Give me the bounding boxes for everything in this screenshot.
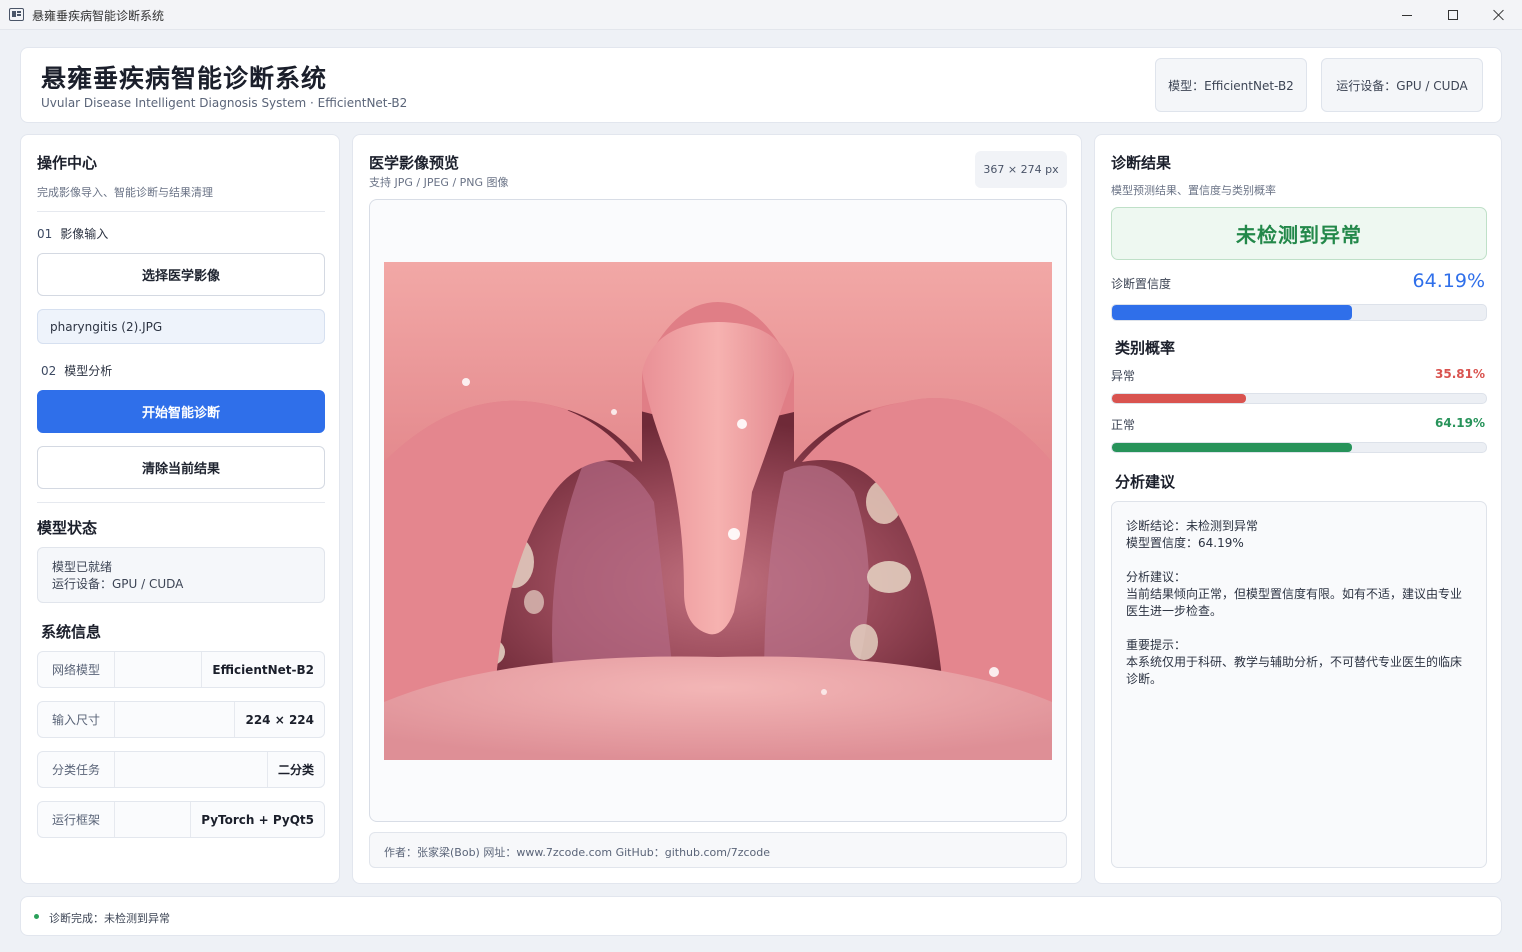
info-key: 网络模型 xyxy=(38,652,116,687)
advice-spacer xyxy=(1126,552,1472,569)
info-value: 224 × 224 xyxy=(234,702,324,737)
advice-text-box: 诊断结论：未检测到异常 模型置信度：64.19% 分析建议： 当前结果倾向正常，… xyxy=(1111,501,1487,868)
result-subtitle: 模型预测结果、置信度与类别概率 xyxy=(1111,184,1276,197)
preview-subtitle: 支持 JPG / JPEG / PNG 图像 xyxy=(369,176,509,189)
advice-spacer xyxy=(1126,620,1472,637)
model-status-device: 运行设备：GPU / CUDA xyxy=(52,577,184,591)
info-row-task: 分类任务 二分类 xyxy=(37,751,325,788)
confidence-value: 64.19% xyxy=(1412,270,1485,292)
maximize-button[interactable] xyxy=(1430,0,1476,30)
info-key: 分类任务 xyxy=(38,752,116,787)
model-status-box: 模型已就绪 运行设备：GPU / CUDA xyxy=(37,547,325,603)
system-info-title: 系统信息 xyxy=(41,623,102,641)
model-status-title: 模型状态 xyxy=(37,519,98,537)
close-icon xyxy=(1493,9,1505,21)
minimize-icon xyxy=(1402,14,1412,16)
confidence-bar xyxy=(1111,304,1487,321)
class-abnormal-bar-fill xyxy=(1112,394,1246,403)
info-key: 输入尺寸 xyxy=(38,702,116,737)
preview-title: 医学影像预览 xyxy=(369,154,460,172)
step-number: 02 xyxy=(41,364,57,378)
class-abnormal-label: 异常 xyxy=(1111,369,1136,383)
model-status-line: 模型已就绪 xyxy=(52,560,113,574)
image-preview-frame xyxy=(369,199,1067,822)
class-abnormal-value: 35.81% xyxy=(1435,367,1485,381)
app-title: 悬雍垂疾病智能诊断系统 xyxy=(41,64,328,93)
advice-suggest-title: 分析建议： xyxy=(1126,570,1187,584)
select-image-button[interactable]: 选择医学影像 xyxy=(37,253,325,296)
step-number: 01 xyxy=(37,227,53,241)
advice-notice-title: 重要提示： xyxy=(1126,638,1187,652)
diagnosis-result-badge: 未检测到异常 xyxy=(1111,207,1487,260)
window-title: 悬雍垂疾病智能诊断系统 xyxy=(32,9,165,23)
status-dot-icon xyxy=(34,914,39,919)
operation-panel: 操作中心 完成影像导入、智能诊断与结果清理 01 影像输入 选择医学影像 phar… xyxy=(20,134,340,884)
clear-result-button[interactable]: 清除当前结果 xyxy=(37,446,325,489)
advice-confidence: 模型置信度：64.19% xyxy=(1126,536,1244,550)
divider xyxy=(37,211,325,212)
info-row-framework: 运行框架 PyTorch + PyQt5 xyxy=(37,801,325,838)
info-value: 二分类 xyxy=(266,752,324,787)
device-pill: 运行设备：GPU / CUDA xyxy=(1321,58,1483,112)
class-normal-label: 正常 xyxy=(1111,418,1136,432)
advice-title: 分析建议 xyxy=(1115,473,1176,491)
app-subtitle: Uvular Disease Intelligent Diagnosis Sys… xyxy=(41,96,408,110)
close-button[interactable] xyxy=(1476,0,1522,30)
advice-suggest-text: 当前结果倾向正常，但模型置信度有限。如有不适，建议由专业医生进一步检查。 xyxy=(1126,587,1463,618)
class-prob-title: 类别概率 xyxy=(1115,339,1176,357)
advice-conclusion: 诊断结论：未检测到异常 xyxy=(1126,519,1259,533)
step-label: 模型分析 xyxy=(64,364,113,378)
class-abnormal-bar xyxy=(1111,393,1487,404)
operation-subtitle: 完成影像导入、智能诊断与结果清理 xyxy=(37,186,213,199)
result-title: 诊断结果 xyxy=(1111,154,1172,172)
info-row-input-size: 输入尺寸 224 × 224 xyxy=(37,701,325,738)
minimize-button[interactable] xyxy=(1384,0,1430,30)
maximize-icon xyxy=(1448,10,1458,20)
info-value: EfficientNet-B2 xyxy=(201,652,324,687)
class-normal-bar-fill xyxy=(1112,443,1353,452)
window-titlebar: 悬雍垂疾病智能诊断系统 xyxy=(0,0,1522,30)
step-image-input: 01 影像输入 xyxy=(37,225,108,242)
operation-title: 操作中心 xyxy=(37,154,98,172)
status-bar: 诊断完成：未检测到异常 xyxy=(20,896,1502,936)
advice-notice-text: 本系统仅用于科研、教学与辅助分析，不可替代专业医生的临床诊断。 xyxy=(1126,655,1463,686)
image-size-badge: 367 × 274 px xyxy=(975,151,1067,188)
diagnosis-result-panel: 诊断结果 模型预测结果、置信度与类别概率 未检测到异常 诊断置信度 64.19%… xyxy=(1094,134,1502,884)
info-key: 运行框架 xyxy=(38,802,116,837)
divider xyxy=(37,502,325,503)
step-label: 影像输入 xyxy=(60,227,109,241)
app-window-icon xyxy=(9,8,24,21)
status-text: 诊断完成：未检测到异常 xyxy=(49,912,170,925)
start-diagnosis-button[interactable]: 开始智能诊断 xyxy=(37,390,325,433)
info-value: PyTorch + PyQt5 xyxy=(190,802,324,837)
selected-file-field: pharyngitis (2).JPG xyxy=(37,309,325,344)
class-normal-value: 64.19% xyxy=(1435,416,1485,430)
confidence-label: 诊断置信度 xyxy=(1111,277,1172,291)
header-card: 悬雍垂疾病智能诊断系统 Uvular Disease Intelligent D… xyxy=(20,47,1502,123)
confidence-bar-fill xyxy=(1112,305,1353,320)
step-model-analysis: 02 模型分析 xyxy=(41,362,112,379)
image-preview-panel: 医学影像预览 支持 JPG / JPEG / PNG 图像 367 × 274 … xyxy=(352,134,1082,884)
info-row-network: 网络模型 EfficientNet-B2 xyxy=(37,651,325,688)
author-footer: 作者：张家梁(Bob) 网址：www.7zcode.com GitHub：git… xyxy=(369,832,1067,868)
model-pill: 模型：EfficientNet-B2 xyxy=(1155,58,1307,112)
class-normal-bar xyxy=(1111,442,1487,453)
throat-medical-image xyxy=(384,262,1052,760)
